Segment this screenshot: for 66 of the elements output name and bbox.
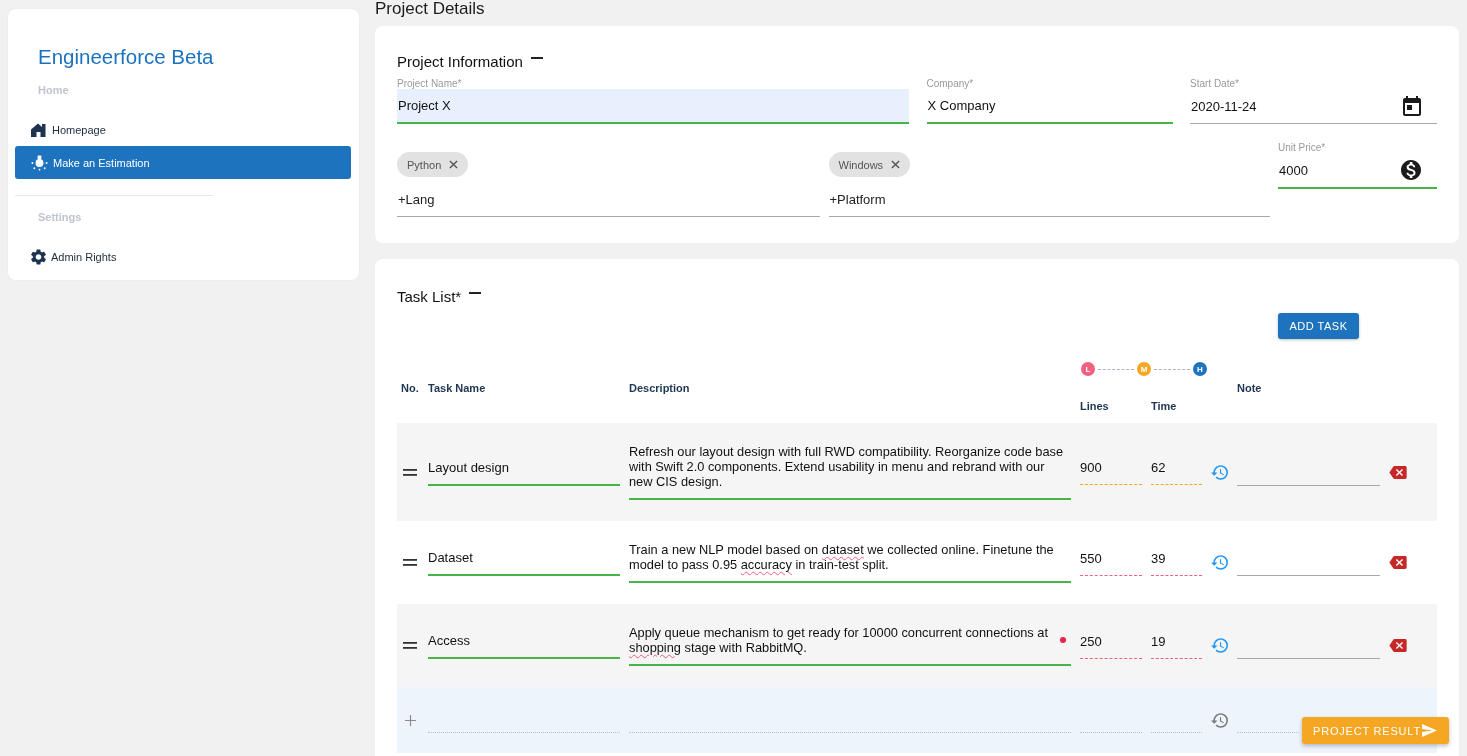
minus-icon[interactable] — [530, 57, 543, 59]
tag-label: Python — [407, 158, 442, 171]
sidebar-item[interactable]: Make an Estimation — [15, 146, 351, 179]
page-title: Project Details — [375, 0, 486, 18]
brand-title: Engineerforce Beta — [38, 44, 215, 69]
price-field[interactable]: 4000 — [1278, 153, 1437, 189]
column-header: No. — [400, 381, 419, 394]
section-title: Task List* — [397, 287, 462, 307]
section-heading: Home — [38, 84, 70, 96]
delete-icon[interactable] — [1389, 556, 1407, 569]
dashed-connector — [1098, 368, 1134, 370]
date-field[interactable]: 2020-11-24 — [1190, 89, 1437, 124]
description-field[interactable]: Refresh our layout design with full RWD compatibility. Reorganize code base with Swift 2.0 components. Extend usability in menu and rebrand with our new CIS design. — [629, 444, 1071, 500]
plus-icon[interactable] — [404, 715, 416, 726]
delete-icon[interactable] — [1389, 465, 1407, 479]
task-name-field[interactable]: Dataset — [428, 549, 620, 576]
complexity-badge: L — [1081, 362, 1095, 376]
calendar-icon[interactable] — [1403, 96, 1421, 116]
lines-field[interactable]: 550 — [1080, 549, 1142, 576]
lightbulb-icon — [31, 154, 48, 171]
drag-handle-icon[interactable] — [403, 559, 417, 566]
tag-input-field[interactable]: +Lang — [397, 183, 820, 217]
section-title: Project Information — [397, 52, 523, 72]
time-field[interactable]: 19 — [1151, 632, 1202, 659]
tag-input-field[interactable]: +Platform — [828, 183, 1270, 217]
column-header: Note — [1237, 381, 1263, 394]
column-header: Lines — [1080, 400, 1110, 412]
history-icon[interactable] — [1211, 713, 1228, 728]
time-field[interactable]: 39 — [1151, 549, 1202, 576]
complexity-badge: M — [1137, 362, 1151, 376]
field-label: Company* — [926, 79, 975, 89]
text-field[interactable]: X Company — [926, 89, 1173, 124]
dollar-icon — [1401, 160, 1421, 180]
lines-field[interactable]: 250 — [1080, 632, 1142, 659]
complexity-badge: H — [1193, 362, 1207, 376]
task-name-field[interactable]: Layout design — [428, 458, 620, 486]
close-icon[interactable] — [449, 160, 459, 169]
close-icon[interactable] — [891, 160, 901, 169]
column-header: Description — [629, 381, 691, 394]
description-field[interactable]: Train a new NLP model based on dataset we collected online. Finetune the model to pass 0.95 accuracy in train-test split. — [629, 542, 1071, 583]
send-icon — [1422, 724, 1437, 737]
section-heading: Settings — [38, 211, 83, 223]
minus-icon[interactable] — [469, 292, 482, 294]
history-icon[interactable] — [1211, 555, 1228, 570]
text-field[interactable]: Project X — [397, 89, 909, 124]
house-icon — [31, 122, 47, 137]
drag-handle-icon[interactable] — [403, 642, 417, 649]
drag-handle-icon[interactable] — [403, 468, 417, 476]
field-label: Start Date* — [1190, 79, 1240, 89]
task-name-field[interactable]: Access — [428, 632, 620, 659]
history-icon[interactable] — [1211, 638, 1228, 653]
sidebar-item[interactable]: Homepage — [15, 113, 351, 146]
column-header: Task Name — [428, 381, 487, 394]
time-field[interactable]: 62 — [1151, 459, 1202, 485]
description-field[interactable]: Apply queue mechanism to get ready for 10000 concurrent connections at shopping stage with RabbitMQ. — [629, 625, 1071, 666]
lines-field[interactable]: 900 — [1080, 459, 1142, 485]
sidebar-item[interactable]: Admin Rights — [15, 240, 351, 273]
column-header: Time — [1151, 400, 1178, 412]
delete-icon[interactable] — [1389, 639, 1407, 652]
field-label: Project Name* — [397, 79, 463, 89]
add-task-button[interactable]: ADD TASK — [1278, 313, 1359, 339]
gear-icon — [31, 248, 46, 265]
history-icon[interactable] — [1211, 464, 1228, 480]
field-label: Unit Price* — [1278, 143, 1327, 153]
tag-label: Windows — [838, 158, 884, 171]
dashed-connector — [1154, 368, 1190, 370]
